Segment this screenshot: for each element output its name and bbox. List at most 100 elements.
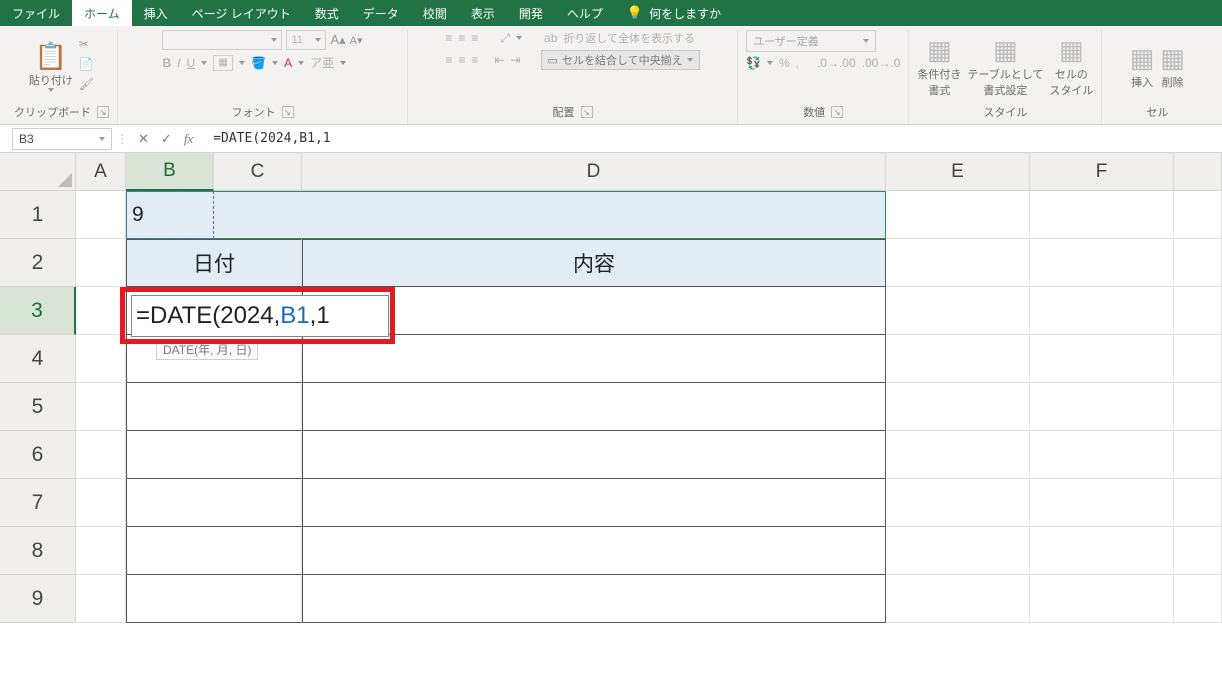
row-header-8[interactable]: 8 (0, 527, 76, 575)
paste-button[interactable]: 📋 貼り付け (29, 41, 73, 92)
formula-bar-input[interactable] (203, 130, 1222, 147)
dialog-launcher-icon[interactable]: ↘ (97, 106, 109, 118)
cell-D6[interactable] (302, 431, 886, 479)
row-header-4[interactable]: 4 (0, 335, 76, 383)
cell-D2[interactable]: 内容 (302, 239, 886, 287)
fill-color-button[interactable]: 🪣 (251, 56, 266, 70)
tab-view[interactable]: 表示 (459, 0, 507, 26)
format-painter-icon[interactable]: 🖌 (79, 77, 94, 95)
insert-cells-button[interactable]: ▦ 挿入 (1130, 43, 1155, 90)
wrap-text-label[interactable]: 折り返して全体を表示する (563, 30, 695, 46)
increase-decimal-icon[interactable]: .0→.00 (817, 56, 856, 70)
italic-button[interactable]: I (177, 56, 180, 70)
cell-blank-4[interactable] (1174, 335, 1222, 383)
cell-D9[interactable] (302, 575, 886, 623)
row-header-9[interactable]: 9 (0, 575, 76, 623)
align-center-icon[interactable]: ≡ (458, 53, 465, 67)
row-header-3[interactable]: 3 (0, 287, 76, 335)
tab-file[interactable]: ファイル (0, 0, 72, 26)
row-header-5[interactable]: 5 (0, 383, 76, 431)
cell-B5[interactable] (126, 383, 302, 431)
tab-insert[interactable]: 挿入 (132, 0, 180, 26)
orientation-icon[interactable]: ⤢ (500, 31, 510, 46)
tab-developer[interactable]: 開発 (507, 0, 555, 26)
cell-F1[interactable] (1030, 191, 1174, 239)
cell-A2[interactable] (76, 239, 126, 287)
cell-A3[interactable] (76, 287, 126, 335)
cell-A4[interactable] (76, 335, 126, 383)
cell-blank-8[interactable] (1174, 527, 1222, 575)
cell-E4[interactable] (886, 335, 1030, 383)
cell-A9[interactable] (76, 575, 126, 623)
phonetic-button[interactable]: ア亜 (310, 54, 334, 71)
conditional-formatting-button[interactable]: ▦ 条件付き 書式 (917, 35, 961, 98)
bold-button[interactable]: B (162, 56, 171, 70)
cell-E2[interactable] (886, 239, 1030, 287)
cell-blank-5[interactable] (1174, 383, 1222, 431)
col-header-blank[interactable] (1174, 153, 1222, 191)
cell-blank-1[interactable] (1174, 191, 1222, 239)
cell-blank-7[interactable] (1174, 479, 1222, 527)
dialog-launcher-icon[interactable]: ↘ (282, 106, 294, 118)
align-top-icon[interactable]: ≡ (445, 31, 452, 45)
cell-E8[interactable] (886, 527, 1030, 575)
cell-F3[interactable] (1030, 287, 1174, 335)
cell-D3[interactable] (302, 287, 886, 335)
font-color-button[interactable]: A (284, 56, 292, 70)
cell-E7[interactable] (886, 479, 1030, 527)
cell-E1[interactable] (886, 191, 1030, 239)
cell-B2[interactable]: 日付 (126, 239, 302, 287)
cell-F8[interactable] (1030, 527, 1174, 575)
tab-help[interactable]: ヘルプ (555, 0, 615, 26)
dialog-launcher-icon[interactable]: ↘ (581, 106, 593, 118)
format-as-table-button[interactable]: ▦ テーブルとして 書式設定 (967, 35, 1043, 98)
align-middle-icon[interactable]: ≡ (458, 31, 465, 45)
col-header-E[interactable]: E (886, 153, 1030, 191)
tab-data[interactable]: データ (351, 0, 411, 26)
decrease-font-icon[interactable]: A▾ (350, 34, 363, 47)
cell-B9[interactable] (126, 575, 302, 623)
cell-F7[interactable] (1030, 479, 1174, 527)
cell-A8[interactable] (76, 527, 126, 575)
col-header-D[interactable]: D (302, 153, 886, 191)
number-format-select[interactable]: ユーザー定義 (746, 30, 876, 52)
fx-icon[interactable]: fx (184, 131, 193, 147)
decrease-decimal-icon[interactable]: .00→.0 (862, 56, 901, 70)
row-header-1[interactable]: 1 (0, 191, 76, 239)
comma-format-icon[interactable]: , (796, 56, 799, 70)
cell-E9[interactable] (886, 575, 1030, 623)
cell-blank-6[interactable] (1174, 431, 1222, 479)
accounting-format-icon[interactable]: 💱 (746, 56, 761, 70)
align-bottom-icon[interactable]: ≡ (471, 31, 478, 45)
cell-blank-2[interactable] (1174, 239, 1222, 287)
align-right-icon[interactable]: ≡ (471, 53, 478, 67)
cell-D4[interactable] (302, 335, 886, 383)
col-header-C[interactable]: C (214, 153, 302, 191)
cell-blank-9[interactable] (1174, 575, 1222, 623)
tab-home[interactable]: ホーム (72, 0, 132, 26)
cell-F4[interactable] (1030, 335, 1174, 383)
tab-page-layout[interactable]: ページ レイアウト (180, 0, 303, 26)
row-header-6[interactable]: 6 (0, 431, 76, 479)
dialog-launcher-icon[interactable]: ↘ (831, 106, 843, 118)
tab-review[interactable]: 校閲 (411, 0, 459, 26)
delete-cells-button[interactable]: ▦ 削除 (1160, 43, 1185, 90)
cell-D7[interactable] (302, 479, 886, 527)
col-header-A[interactable]: A (76, 153, 126, 191)
font-name-select[interactable] (162, 30, 282, 50)
cell-F2[interactable] (1030, 239, 1174, 287)
cell-B7[interactable] (126, 479, 302, 527)
percent-format-icon[interactable]: % (779, 56, 790, 70)
decrease-indent-icon[interactable]: ⇤ (494, 53, 504, 67)
underline-button[interactable]: U (186, 56, 195, 70)
cell-A6[interactable] (76, 431, 126, 479)
tab-formulas[interactable]: 数式 (303, 0, 351, 26)
cell-D5[interactable] (302, 383, 886, 431)
cell-editor[interactable]: =DATE(2024,B1,1 (131, 295, 389, 337)
align-left-icon[interactable]: ≡ (445, 53, 452, 67)
cell-B6[interactable] (126, 431, 302, 479)
cancel-formula-icon[interactable]: ✕ (138, 131, 149, 147)
cell-F6[interactable] (1030, 431, 1174, 479)
cell-F9[interactable] (1030, 575, 1174, 623)
copy-icon[interactable]: 📄 (79, 57, 94, 75)
